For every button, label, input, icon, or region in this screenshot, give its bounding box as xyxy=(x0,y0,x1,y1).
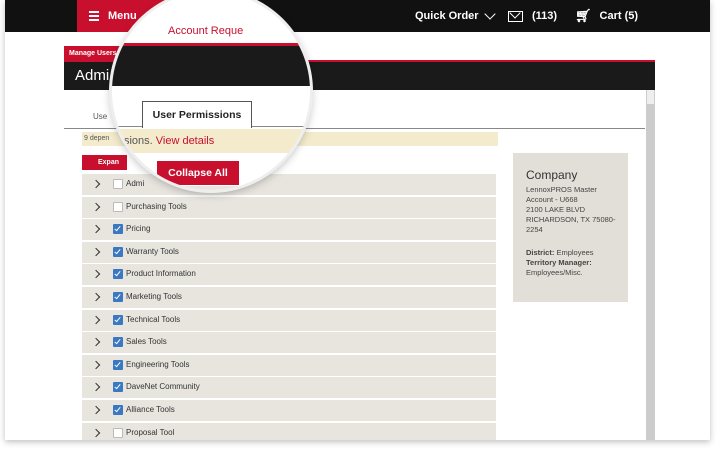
permission-checkbox[interactable] xyxy=(113,291,123,302)
magnified-title-bar xyxy=(112,46,310,86)
chevron-right-icon[interactable] xyxy=(91,292,101,302)
permission-row: Purchasing Tools xyxy=(82,196,496,218)
messages-count: (113) xyxy=(532,10,558,22)
district-line: District: Employees xyxy=(526,248,622,258)
menu-label: Menu xyxy=(108,10,137,22)
permission-row: Alliance Tools xyxy=(82,399,496,421)
magnifier-callout: Account Reque User Permissions issions. … xyxy=(112,0,310,190)
view-details-link[interactable]: View details xyxy=(156,135,215,147)
cart-button[interactable]: 🛒︎ Cart (5) xyxy=(575,0,638,32)
company-district-info: District: Employees Territory Manager: E… xyxy=(526,248,622,278)
tab-account-requests[interactable]: Account Reque xyxy=(168,25,243,37)
chevron-right-icon[interactable] xyxy=(91,405,101,415)
permission-checkbox[interactable] xyxy=(113,246,123,257)
permission-checkbox[interactable] xyxy=(113,427,123,438)
cart-label: Cart (5) xyxy=(599,10,639,22)
tab-users[interactable]: Use xyxy=(93,112,107,121)
chevron-right-icon[interactable] xyxy=(91,270,101,279)
magnified-notice: issions. View details xyxy=(112,129,310,153)
chevron-right-icon[interactable] xyxy=(91,360,101,369)
territory-manager-label: Territory Manager: xyxy=(526,258,592,267)
chevron-right-icon[interactable] xyxy=(91,202,101,211)
chevron-right-icon[interactable] xyxy=(91,224,101,234)
chevron-right-icon[interactable] xyxy=(91,315,101,324)
chevron-right-icon[interactable] xyxy=(91,428,101,437)
tab-user-permissions[interactable]: User Permissions xyxy=(142,101,252,128)
messages-button[interactable]: (113) xyxy=(508,0,557,32)
permission-row: Marketing Tools xyxy=(82,286,496,308)
scrollbar[interactable] xyxy=(646,90,655,440)
permission-label: Product Information xyxy=(126,269,196,279)
district-value: Employees xyxy=(556,248,594,257)
page-title: Admi xyxy=(75,67,110,84)
company-title: Company xyxy=(526,168,578,182)
permission-checkbox[interactable] xyxy=(113,359,123,370)
permission-checkbox[interactable] xyxy=(113,404,123,415)
district-label: District: xyxy=(526,248,555,257)
permissions-list: Admi Purchasing Tools Pricing Warranty Tool… xyxy=(82,174,496,440)
permission-checkbox[interactable] xyxy=(113,337,123,348)
quick-order-label: Quick Order xyxy=(415,10,479,22)
company-city: RICHARDSON, TX 75080-2254 xyxy=(526,215,616,234)
envelope-icon xyxy=(508,10,523,22)
permission-checkbox[interactable] xyxy=(113,224,123,235)
app-frame: Menu Quick Order (113) 🛒︎ Cart (5) Manag… xyxy=(5,0,710,440)
company-account: LennoxPROS Master Account - U668 xyxy=(526,185,597,204)
permission-row: Product Information xyxy=(82,264,496,286)
permission-checkbox[interactable] xyxy=(113,314,123,325)
permission-label: Engineering Tools xyxy=(126,359,190,369)
chevron-right-icon[interactable] xyxy=(91,179,101,189)
permission-label: Warranty Tools xyxy=(126,246,179,256)
permission-row: Proposal Tool xyxy=(82,422,496,440)
permission-row: Warranty Tools xyxy=(82,241,496,263)
hamburger-icon xyxy=(89,11,99,21)
permission-checkbox[interactable] xyxy=(113,382,123,393)
company-street: 2100 LAKE BLVD xyxy=(526,205,586,214)
permission-row: Engineering Tools xyxy=(82,354,496,376)
permission-label: DaveNet Community xyxy=(126,382,200,392)
chevron-right-icon[interactable] xyxy=(91,337,101,347)
chevron-right-icon[interactable] xyxy=(91,383,101,392)
chevron-right-icon[interactable] xyxy=(91,247,101,257)
permission-row: Sales Tools xyxy=(82,332,496,354)
permission-label: Marketing Tools xyxy=(126,291,182,301)
permission-label: Purchasing Tools xyxy=(126,201,187,211)
collapse-all-button[interactable]: Collapse All xyxy=(157,161,239,185)
permission-row: Technical Tools xyxy=(82,309,496,331)
company-card: Company LennoxPROS Master Account - U668… xyxy=(513,153,628,302)
magnified-row xyxy=(112,186,310,190)
permission-checkbox[interactable] xyxy=(113,269,123,280)
permission-row: Admi xyxy=(82,174,496,195)
permission-label: Sales Tools xyxy=(126,337,167,347)
permission-label: Technical Tools xyxy=(126,314,181,324)
permission-label: Pricing xyxy=(126,224,151,234)
expand-all-button[interactable]: Expan xyxy=(82,155,127,170)
chevron-down-icon xyxy=(483,8,496,20)
scrollbar-thumb[interactable] xyxy=(647,90,654,104)
cart-icon: 🛒︎ xyxy=(575,8,592,23)
territory-manager-value: Employees/Misc. xyxy=(526,268,583,277)
quick-order-button[interactable]: Quick Order xyxy=(415,0,496,32)
company-address: LennoxPROS Master Account - U668 2100 LA… xyxy=(526,185,622,235)
top-nav-bar: Menu Quick Order (113) 🛒︎ Cart (5) xyxy=(5,0,710,32)
permission-label: Proposal Tool xyxy=(126,427,175,437)
notice-text: issions. xyxy=(116,135,153,147)
permission-checkbox[interactable] xyxy=(113,201,123,212)
permission-row: Pricing xyxy=(82,219,496,241)
notice-prefix: 9 depen xyxy=(84,135,110,142)
permission-row: DaveNet Community xyxy=(82,377,496,399)
permission-label: Alliance Tools xyxy=(126,404,175,414)
